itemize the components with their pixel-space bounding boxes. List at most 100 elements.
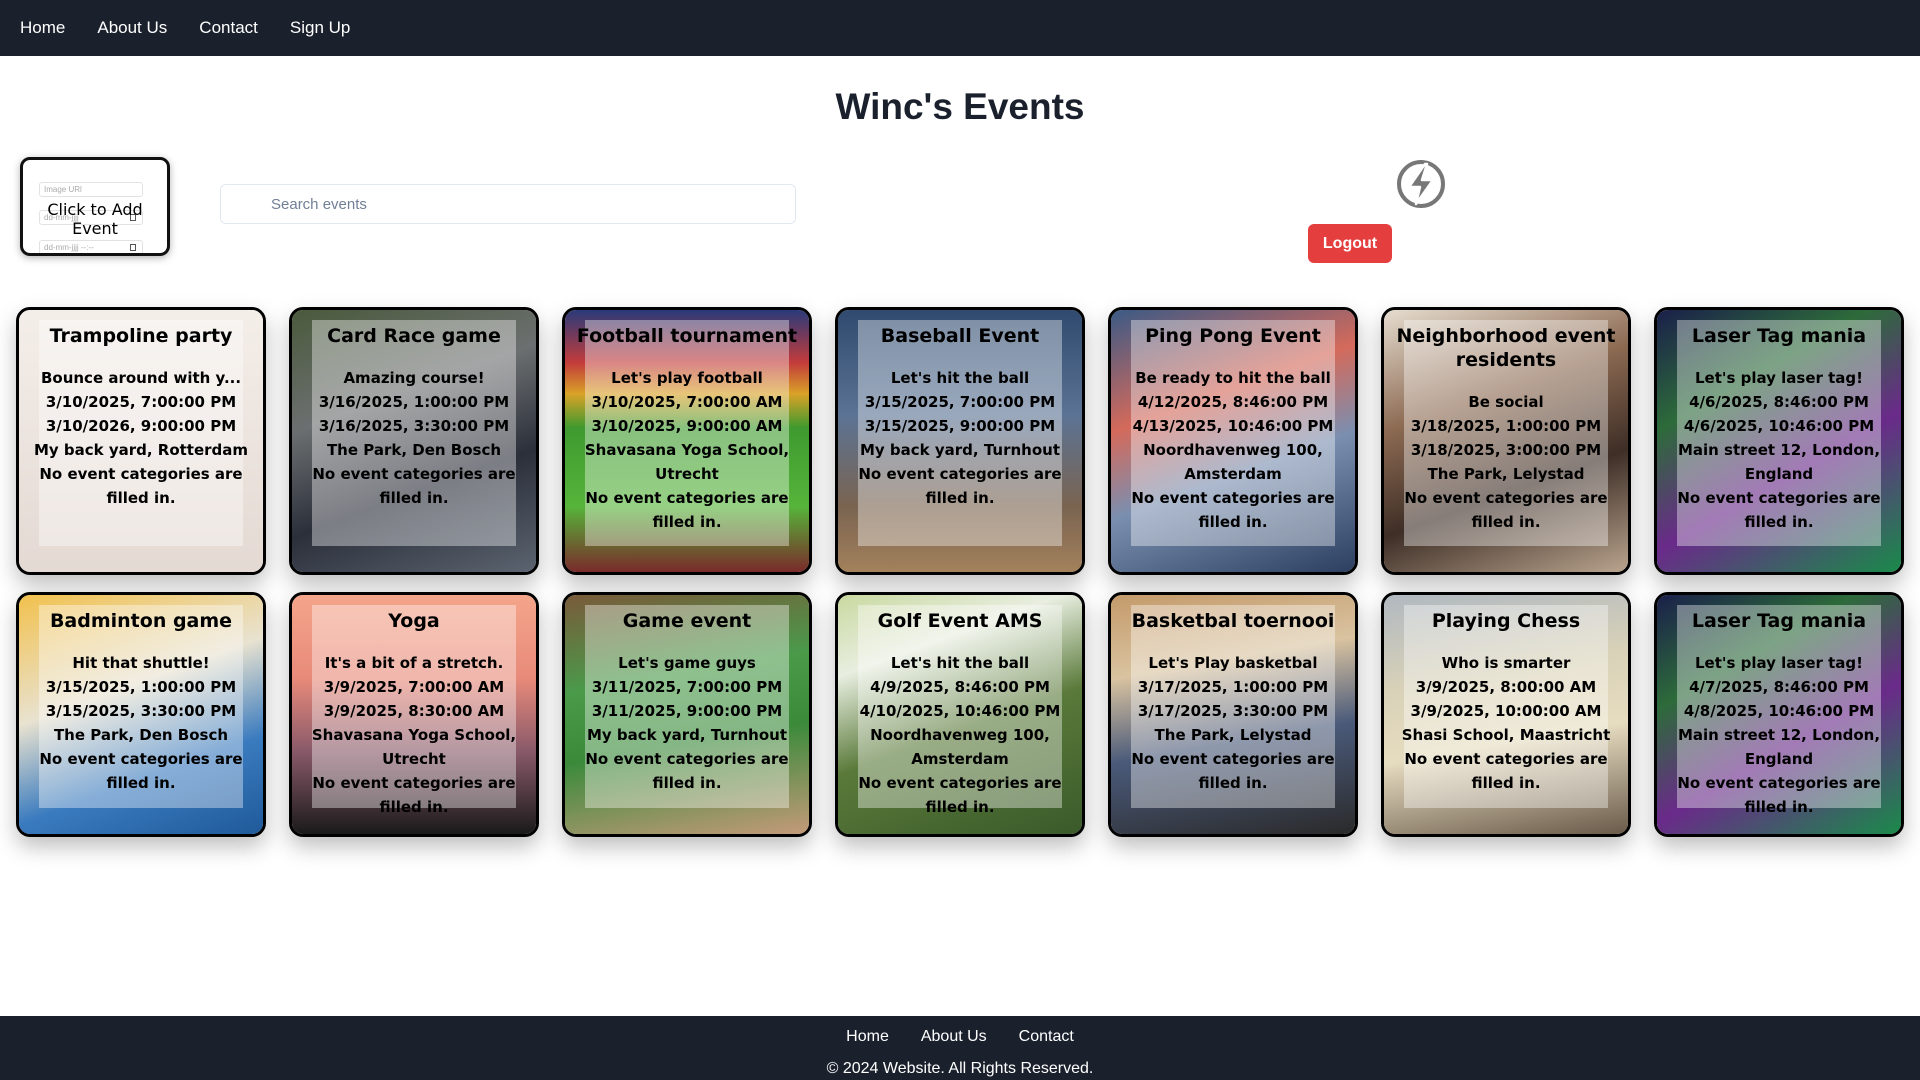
event-end: 3/15/2025, 3:30:00 PM <box>45 702 237 720</box>
event-categories: No event categories are filled in. <box>1131 750 1335 792</box>
event-categories: No event categories are filled in. <box>585 489 789 531</box>
event-card[interactable]: Football tournament Let's play football 3/… <box>562 307 812 575</box>
event-title: Neighborhood event residents <box>1396 325 1616 371</box>
event-start: 3/18/2025, 1:00:00 PM <box>1410 417 1602 435</box>
event-location: The Park, Den Bosch <box>53 726 229 744</box>
event-location: My back yard, Turnhout <box>859 441 1060 459</box>
event-start: 3/16/2025, 1:00:00 PM <box>318 393 510 411</box>
event-location: Shavasana Yoga School, Utrecht <box>584 441 790 483</box>
event-end: 4/13/2025, 10:46:00 PM <box>1132 417 1334 435</box>
lightning-bolt-icon <box>1397 160 1445 208</box>
event-title: Football tournament <box>576 325 798 347</box>
event-end: 3/9/2025, 10:00:00 AM <box>1410 702 1602 720</box>
event-card[interactable]: Ping Pong Event Be ready to hit the ball 4… <box>1108 307 1358 575</box>
event-title: Trampoline party <box>49 325 233 347</box>
event-start: 3/15/2025, 1:00:00 PM <box>45 678 237 696</box>
end-date-placeholder: dd-mm-jjjj --:-- <box>44 243 94 252</box>
event-content: Playing Chess Who is smarter 3/9/2025, 8:0… <box>1390 609 1622 795</box>
event-content: Yoga It's a bit of a stretch. 3/9/2025, 7:… <box>298 609 530 819</box>
event-categories: No event categories are filled in. <box>39 465 243 507</box>
event-description: Hit that shuttle! <box>72 654 210 672</box>
event-card[interactable]: Playing Chess Who is smarter 3/9/2025, 8:0… <box>1381 592 1631 837</box>
event-start: 4/6/2025, 8:46:00 PM <box>1689 393 1869 411</box>
nav-signup-link[interactable]: Sign Up <box>290 18 350 38</box>
event-card[interactable]: Laser Tag mania Let's play laser tag! 4/6/… <box>1654 307 1904 575</box>
event-title: Badminton game <box>49 610 233 632</box>
event-description: Let's hit the ball <box>890 654 1030 672</box>
event-end: 3/18/2025, 3:00:00 PM <box>1410 441 1602 459</box>
event-start: 4/7/2025, 8:46:00 PM <box>1689 678 1869 696</box>
nav-contact-link[interactable]: Contact <box>199 18 258 38</box>
event-title: Laser Tag mania <box>1691 325 1867 347</box>
event-categories: No event categories are filled in. <box>858 465 1062 507</box>
event-card[interactable]: Neighborhood event residents Be social 3/1… <box>1381 307 1631 575</box>
event-card[interactable]: Golf Event AMS Let's hit the ball 4/9/2025… <box>835 592 1085 837</box>
event-location: Shasi School, Maastricht <box>1401 726 1611 744</box>
event-end: 3/11/2025, 9:00:00 PM <box>591 702 783 720</box>
footer-home-link[interactable]: Home <box>846 1028 889 1046</box>
add-event-label: Click to Add Event <box>47 200 143 238</box>
footer-contact-link[interactable]: Contact <box>1019 1028 1074 1046</box>
event-end: 3/16/2025, 3:30:00 PM <box>318 417 510 435</box>
nav-about-link[interactable]: About Us <box>97 18 167 38</box>
image-url-field: Image URl <box>39 182 143 197</box>
event-end: 3/15/2025, 9:00:00 PM <box>864 417 1056 435</box>
event-title: Golf Event AMS <box>877 610 1043 632</box>
page-title: Winc's Events <box>835 86 1085 127</box>
footer-links: Home About Us Contact <box>0 1028 1920 1046</box>
add-event-button[interactable]: Image URl dd-mm-jjjj dd-mm-jjjj --:-- Cl… <box>20 157 170 256</box>
event-card[interactable]: Baseball Event Let's hit the ball 3/15/202… <box>835 307 1085 575</box>
event-location: Shavasana Yoga School, Utrecht <box>311 726 517 768</box>
event-card[interactable]: Yoga It's a bit of a stretch. 3/9/2025, 7:… <box>289 592 539 837</box>
event-start: 3/17/2025, 1:00:00 PM <box>1137 678 1329 696</box>
event-categories: No event categories are filled in. <box>312 465 516 507</box>
event-title: Basketbal toernooi <box>1131 610 1335 632</box>
event-categories: No event categories are filled in. <box>1404 750 1608 792</box>
nav-home-link[interactable]: Home <box>20 18 65 38</box>
event-title: Ping Pong Event <box>1145 325 1321 347</box>
event-content: Game event Let's game guys 3/11/2025, 7:00… <box>571 609 803 795</box>
event-content: Laser Tag mania Let's play laser tag! 4/6/… <box>1663 324 1895 534</box>
event-card[interactable]: Trampoline party Bounce around with y... 3… <box>16 307 266 575</box>
event-content: Laser Tag mania Let's play laser tag! 4/7/… <box>1663 609 1895 819</box>
event-content: Basketbal toernooi Let's Play basketbal 3/… <box>1117 609 1349 795</box>
footer-about-link[interactable]: About Us <box>921 1028 987 1046</box>
event-title: Game event <box>622 610 752 632</box>
event-start: 4/9/2025, 8:46:00 PM <box>870 678 1050 696</box>
event-content: Golf Event AMS Let's hit the ball 4/9/2025… <box>844 609 1076 819</box>
event-end: 3/9/2025, 8:30:00 AM <box>323 702 505 720</box>
end-date-field: dd-mm-jjjj --:-- <box>39 240 143 253</box>
event-content: Badminton game Hit that shuttle! 3/15/2025… <box>25 609 257 795</box>
event-categories: No event categories are filled in. <box>39 750 243 792</box>
event-start: 3/10/2025, 7:00:00 PM <box>45 393 237 411</box>
event-location: My back yard, Rotterdam <box>33 441 249 459</box>
image-url-placeholder: Image URl <box>44 185 82 194</box>
event-start: 3/9/2025, 8:00:00 AM <box>1415 678 1597 696</box>
event-description: Who is smarter <box>1441 654 1571 672</box>
event-start: 3/10/2025, 7:00:00 AM <box>591 393 783 411</box>
event-categories: No event categories are filled in. <box>1131 489 1335 531</box>
event-card[interactable]: Basketbal toernooi Let's Play basketbal 3/… <box>1108 592 1358 837</box>
event-categories: No event categories are filled in. <box>1404 489 1608 531</box>
event-location: Noordhavenweg 100, Amsterdam <box>1143 441 1323 483</box>
search-input[interactable] <box>220 184 796 224</box>
event-end: 3/10/2025, 9:00:00 AM <box>591 417 783 435</box>
event-card[interactable]: Laser Tag mania Let's play laser tag! 4/7/… <box>1654 592 1904 837</box>
event-description: Amazing course! <box>343 369 485 387</box>
event-description: Let's hit the ball <box>890 369 1030 387</box>
event-end: 4/10/2025, 10:46:00 PM <box>859 702 1061 720</box>
footer: Home About Us Contact © 2024 Website. Al… <box>0 1016 1920 1080</box>
event-card[interactable]: Badminton game Hit that shuttle! 3/15/2025… <box>16 592 266 837</box>
event-start: 4/12/2025, 8:46:00 PM <box>1137 393 1329 411</box>
event-location: The Park, Den Bosch <box>326 441 502 459</box>
event-card[interactable]: Card Race game Amazing course! 3/16/2025, … <box>289 307 539 575</box>
event-card[interactable]: Game event Let's game guys 3/11/2025, 7:00… <box>562 592 812 837</box>
event-end: 3/10/2026, 9:00:00 PM <box>45 417 237 435</box>
event-content: Neighborhood event residents Be social 3/1… <box>1390 324 1622 534</box>
event-description: It's a bit of a stretch. <box>324 654 504 672</box>
event-content: Trampoline party Bounce around with y... 3… <box>25 324 257 510</box>
event-title: Baseball Event <box>880 325 1040 347</box>
logout-button[interactable]: Logout <box>1308 224 1392 263</box>
event-title: Card Race game <box>327 325 501 347</box>
event-categories: No event categories are filled in. <box>1677 774 1881 816</box>
